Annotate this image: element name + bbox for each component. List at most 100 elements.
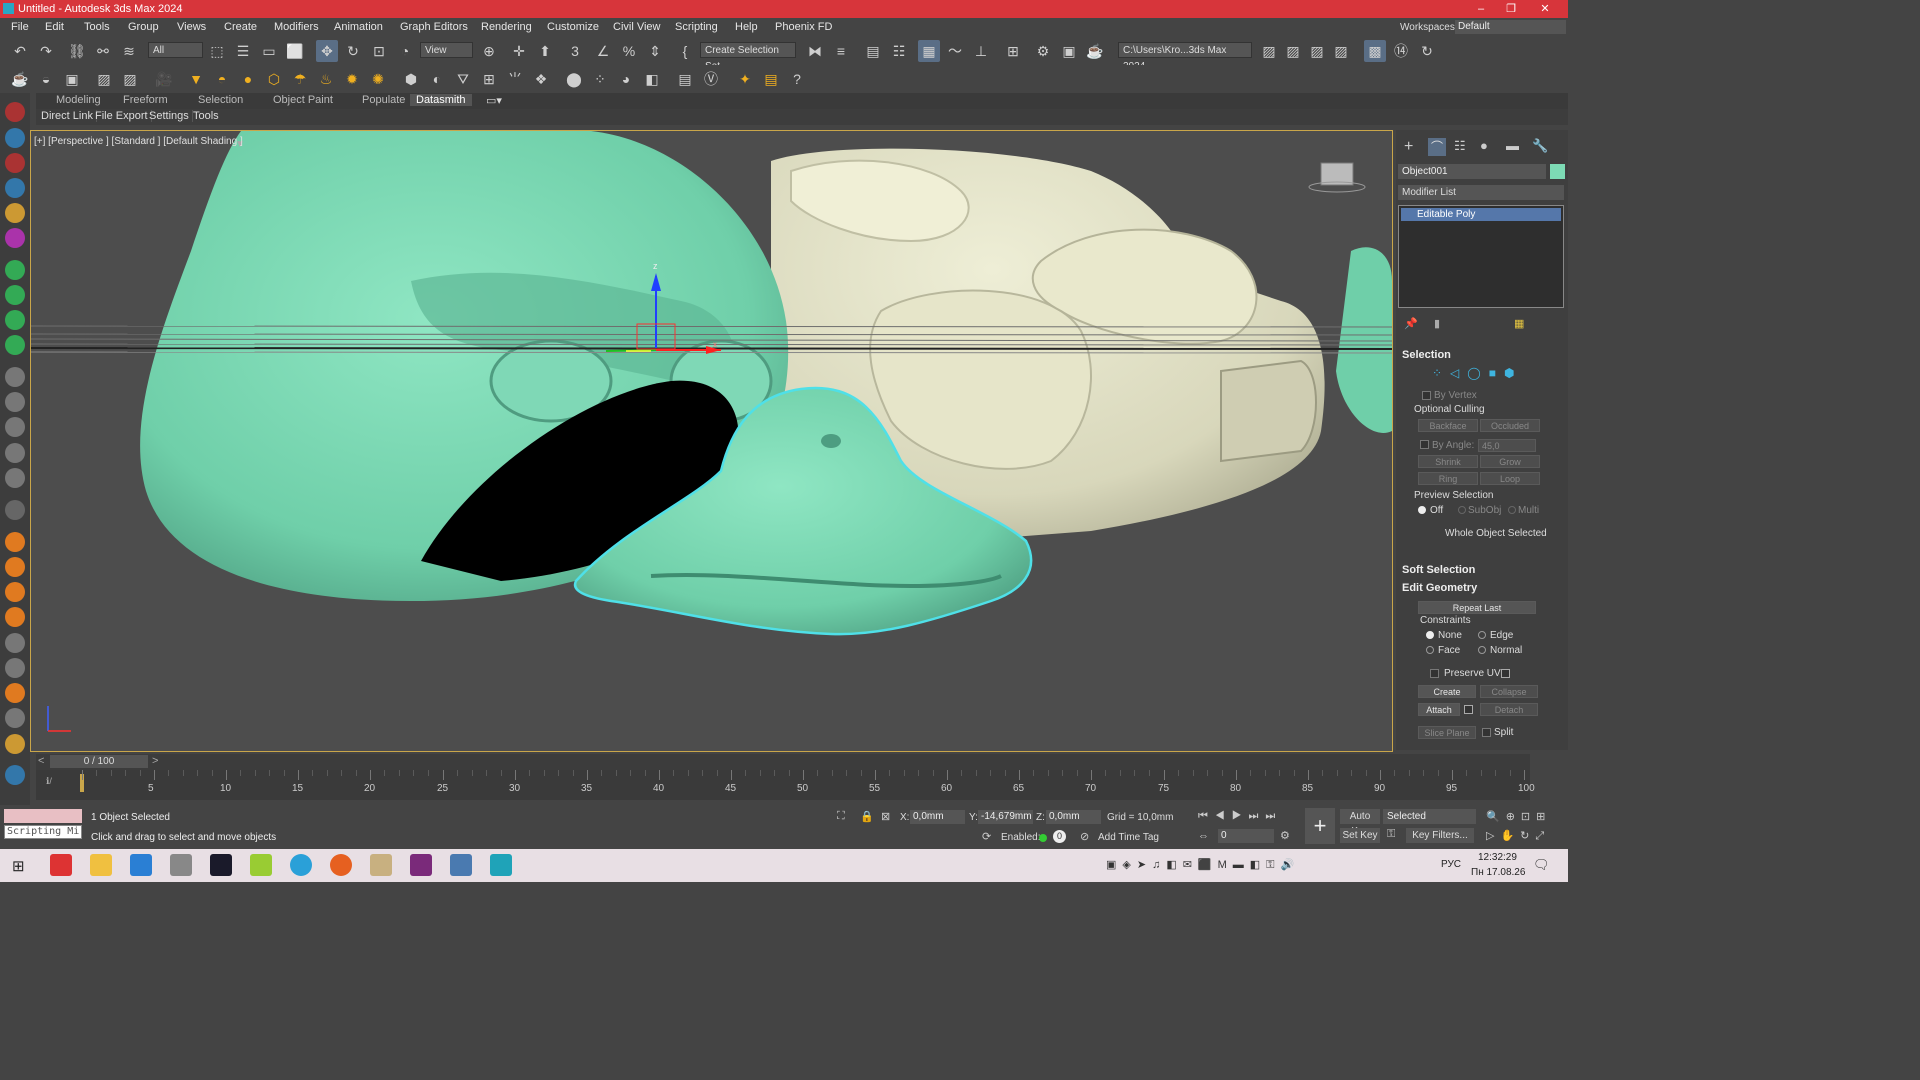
constraint-none-radio[interactable] — [1426, 631, 1434, 639]
foam-icon[interactable] — [5, 708, 25, 728]
tab-datasmith[interactable]: Datasmith — [410, 94, 472, 106]
modifier-list-dropdown[interactable]: Modifier List — [1398, 185, 1564, 200]
display-panel-icon[interactable]: ▬ — [1506, 138, 1519, 153]
schematic-view-icon[interactable]: ⊥ — [970, 40, 992, 62]
selection-rollout-header[interactable]: Selection — [1402, 349, 1451, 361]
preserve-uvs-checkbox[interactable] — [1430, 669, 1439, 678]
unlink-icon[interactable]: ⚯ — [92, 40, 114, 62]
tab-modeling[interactable]: Modeling — [56, 94, 101, 106]
light-ies-icon[interactable]: ☂ — [289, 68, 311, 90]
tab-populate[interactable]: Populate — [362, 94, 405, 106]
layer-explorer-icon[interactable]: ☷ — [888, 40, 910, 62]
play-icon[interactable] — [5, 367, 25, 387]
viewport-nav-bottom[interactable]: ▷✋↻⤢ — [1486, 829, 1550, 843]
preserve-uvs-settings-icon[interactable] — [1501, 669, 1510, 678]
occluded-button[interactable]: Occluded — [1480, 419, 1540, 432]
redo-icon[interactable]: ↷ — [35, 40, 57, 62]
frame-indicator[interactable]: 0 / 100 — [50, 755, 148, 768]
configure-modifier-sets-icon[interactable]: ▦ — [1514, 317, 1524, 330]
preview-multi-radio[interactable] — [1508, 506, 1516, 514]
add-time-tag[interactable]: Add Time Tag — [1098, 832, 1159, 843]
clock-date[interactable]: Пн 17.08.26 — [1471, 867, 1525, 878]
key-filter-icon[interactable]: ⚿ — [1387, 828, 1395, 841]
show-end-result-icon[interactable]: ▮ — [1434, 317, 1440, 330]
ribbon-options-icon[interactable]: ▭▾ — [486, 94, 502, 107]
light-spot-icon[interactable]: ▼ — [185, 68, 207, 90]
mini-curve-editor-icon[interactable]: ℹ/ — [46, 776, 52, 787]
emitter-icon[interactable] — [5, 335, 25, 355]
key-mode-dropdown[interactable]: Selected — [1383, 809, 1476, 824]
taskbar-app-1-icon[interactable] — [50, 854, 72, 876]
constraint-face-radio[interactable] — [1426, 646, 1434, 654]
taskbar-app-3-icon[interactable] — [130, 854, 152, 876]
render-production-icon[interactable]: ☕ — [1084, 40, 1106, 62]
sphere-icon[interactable]: ◐ — [426, 68, 448, 90]
light-ambient-icon[interactable]: ♨ — [315, 68, 337, 90]
list-icon[interactable] — [5, 500, 25, 520]
windows-start-icon[interactable]: ⊞ — [12, 857, 25, 875]
mesh-icon[interactable]: ⛛ — [452, 68, 474, 90]
split-checkbox[interactable] — [1482, 728, 1491, 737]
named-selection-dropdown[interactable]: Create Selection Set — [700, 42, 796, 72]
select-object-icon[interactable]: ⬚ — [206, 40, 228, 62]
link-icon[interactable]: ⛓ — [66, 40, 88, 62]
cube-icon[interactable]: ⬢ — [400, 68, 422, 90]
set-key-big-icon[interactable]: + — [1305, 808, 1335, 844]
auto-key-button[interactable]: Auto Key — [1340, 809, 1380, 837]
by-angle-checkbox[interactable] — [1420, 440, 1429, 449]
z-coordinate-field[interactable]: 0,0mm — [1046, 810, 1101, 824]
by-vertex-checkbox[interactable] — [1422, 391, 1431, 400]
select-scale-icon[interactable]: ⊡ — [368, 40, 390, 62]
sun-icon[interactable]: ✹ — [341, 68, 363, 90]
clock-time[interactable]: 12:32:29 — [1478, 852, 1517, 863]
camera-icon[interactable]: 🎥 — [153, 68, 175, 90]
select-manipulate-icon[interactable]: ✛ — [508, 40, 530, 62]
minimize-button[interactable]: – — [1466, 1, 1496, 17]
close-button[interactable]: ✕ — [1530, 1, 1560, 17]
open-file-icon[interactable]: ▨ — [1258, 40, 1280, 62]
project-path-dropdown[interactable]: C:\Users\Kro...3ds Max 2024 — [1118, 42, 1252, 72]
deflector-icon[interactable] — [5, 310, 25, 330]
collapse-button[interactable]: Collapse — [1480, 685, 1538, 698]
taskbar-app-6-icon[interactable] — [250, 854, 272, 876]
spinner-snap-icon[interactable]: ⇕ — [644, 40, 666, 62]
material-sphere-icon[interactable]: ⬤ — [563, 68, 585, 90]
snaps-toggle-icon[interactable]: 3 — [564, 40, 586, 62]
step-icon[interactable] — [5, 443, 25, 463]
grass-icon[interactable]: ⺌ — [504, 68, 526, 90]
rendered-frame-icon[interactable]: ▣ — [1058, 40, 1080, 62]
menu-customize[interactable]: Customize — [547, 21, 599, 33]
loop-button[interactable]: Loop — [1480, 472, 1540, 485]
viewport-label[interactable]: [+] [Perspective ] [Standard ] [Default … — [34, 136, 243, 147]
time-prev-icon[interactable]: < — [38, 755, 44, 767]
motion-panel-icon[interactable]: ● — [1480, 138, 1488, 153]
slice-plane-button[interactable]: Slice Plane — [1418, 726, 1476, 739]
sky-icon[interactable]: ✺ — [367, 68, 389, 90]
keyboard-shortcut-icon[interactable]: ⬆ — [534, 40, 556, 62]
current-frame-field[interactable]: 0 — [1218, 829, 1274, 843]
viewport-nav-top[interactable]: 🔍⊕⊡⊞ — [1486, 810, 1551, 823]
fire-icon[interactable] — [5, 532, 25, 552]
hierarchy-panel-icon[interactable]: ☷ — [1454, 138, 1466, 154]
create-panel-icon[interactable]: + — [1404, 138, 1413, 156]
grid-icon[interactable]: ⊞ — [478, 68, 500, 90]
isolate-icon[interactable]: ⛶ — [837, 810, 845, 823]
selection-filter-dropdown[interactable]: All — [148, 42, 203, 58]
box-icon[interactable]: ▣ — [61, 68, 83, 90]
backface-button[interactable]: Backface — [1418, 419, 1478, 432]
particle-shader-icon[interactable] — [5, 633, 25, 653]
time-tag-icon[interactable]: ⊘ — [1080, 830, 1089, 843]
attach-list-icon[interactable] — [1464, 705, 1473, 714]
render-elements-icon[interactable]: ▤ — [760, 68, 782, 90]
project-folder-icon[interactable]: ▨ — [1306, 40, 1328, 62]
phoenix-icon[interactable] — [5, 765, 25, 785]
view-cube[interactable] — [1308, 162, 1366, 193]
repeat-last-button[interactable]: Repeat Last — [1418, 601, 1536, 614]
create-helper-icon[interactable] — [5, 203, 25, 223]
attach-button[interactable]: Attach — [1418, 703, 1460, 716]
soft-selection-rollout-header[interactable]: Soft Selection — [1402, 564, 1475, 576]
enabled-toggle-icon[interactable]: 0 — [1053, 830, 1066, 843]
lock-selection-icon[interactable]: 🔒 — [860, 810, 874, 823]
multi-material-icon[interactable]: ⁘ — [589, 68, 611, 90]
stack-item-editable-poly[interactable]: Editable Poly — [1401, 208, 1561, 221]
